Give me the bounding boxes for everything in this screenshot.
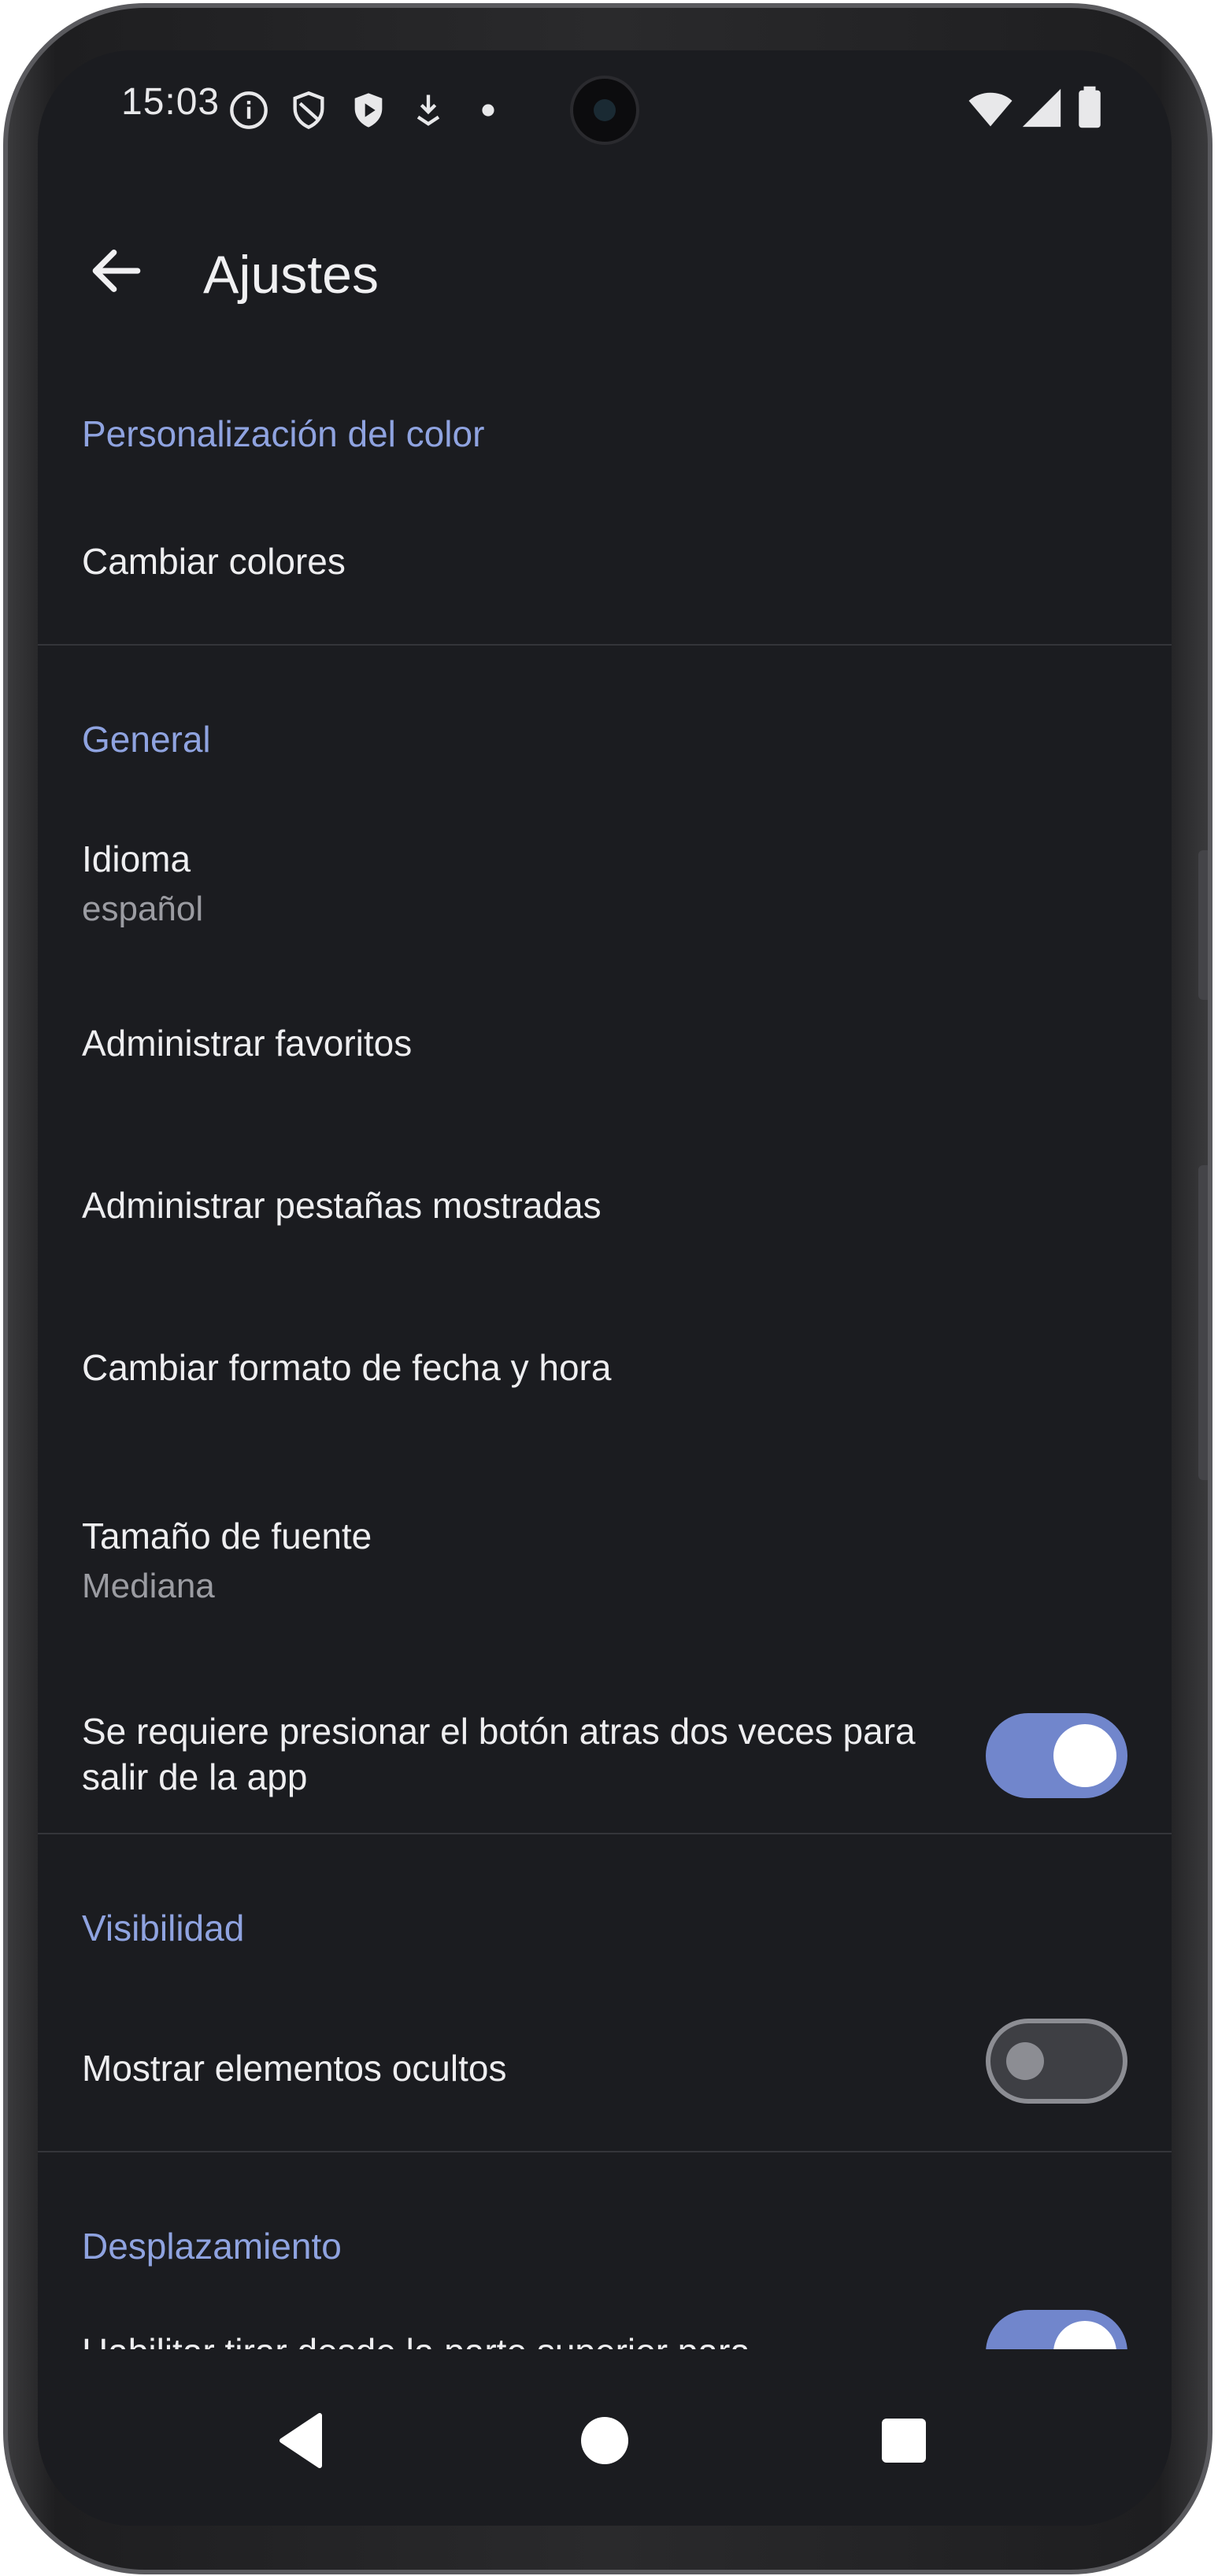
- power-button: [1198, 1165, 1208, 1480]
- setting-title: Tamaño de fuente: [82, 1516, 372, 1556]
- signal-icon: [1022, 88, 1061, 128]
- section-header-visibility: Visibilidad: [82, 1908, 245, 1949]
- section-header-color: Personalización del color: [82, 413, 485, 454]
- setting-title: Administrar pestañas mostradas: [82, 1185, 602, 1226]
- section-header-general: General: [82, 719, 211, 760]
- back-triangle-icon[interactable]: [266, 2403, 342, 2478]
- toggle-knob: [1053, 1724, 1116, 1787]
- divider: [38, 1833, 1172, 1834]
- recents-square-icon[interactable]: [866, 2403, 942, 2478]
- setting-value: Mediana: [82, 1567, 215, 1605]
- volume-button: [1198, 850, 1208, 1000]
- status-bar: 15:03: [38, 50, 1172, 168]
- dot-icon: [482, 104, 494, 117]
- press-back-twice-toggle[interactable]: [986, 1713, 1127, 1798]
- front-camera: [570, 76, 639, 145]
- info-icon: [230, 91, 268, 129]
- show-hidden-toggle[interactable]: [986, 2019, 1127, 2104]
- divider: [38, 2151, 1172, 2152]
- setting-manage-favorites[interactable]: Administrar favoritos: [38, 972, 1172, 1113]
- setting-value: español: [82, 890, 204, 928]
- section-header-scrolling: Desplazamiento: [82, 2226, 342, 2267]
- divider: [38, 644, 1172, 646]
- shield-play-icon: [354, 93, 383, 128]
- setting-title: Cambiar formato de fecha y hora: [82, 1347, 612, 1388]
- page-title: Ajustes: [203, 245, 379, 305]
- wifi-icon: [968, 92, 1013, 127]
- setting-title: Administrar favoritos: [82, 1023, 413, 1064]
- shield-outline-icon: [293, 91, 324, 130]
- setting-press-back-twice[interactable]: Se requiere presionar el botón atras dos…: [38, 1688, 1172, 1845]
- setting-title: Se requiere presionar el botón atras dos…: [82, 1711, 916, 1797]
- setting-title: Mostrar elementos ocultos: [82, 2048, 507, 2089]
- screen: 15:03 Ajustes Personalización del color …: [38, 50, 1172, 2526]
- home-circle-icon[interactable]: [567, 2403, 642, 2478]
- setting-show-hidden[interactable]: Mostrar elementos ocultos: [38, 2003, 1172, 2145]
- setting-change-colors[interactable]: Cambiar colores: [38, 507, 1172, 633]
- toggle-knob: [1006, 2042, 1044, 2080]
- setting-manage-tabs[interactable]: Administrar pestañas mostradas: [38, 1134, 1172, 1275]
- battery-icon: [1079, 86, 1101, 128]
- setting-date-format[interactable]: Cambiar formato de fecha y hora: [38, 1296, 1172, 1438]
- setting-title: Cambiar colores: [82, 541, 346, 582]
- setting-font-size[interactable]: Tamaño de fuente Mediana: [38, 1499, 1172, 1633]
- status-time: 15:03: [121, 81, 220, 123]
- setting-language[interactable]: Idioma español: [38, 822, 1172, 956]
- arrow-back-icon[interactable]: [85, 239, 148, 302]
- setting-title: Idioma: [82, 838, 191, 879]
- app-bar: Ajustes: [38, 224, 1172, 318]
- navigation-bar: [38, 2385, 1172, 2496]
- download-icon: [416, 94, 440, 126]
